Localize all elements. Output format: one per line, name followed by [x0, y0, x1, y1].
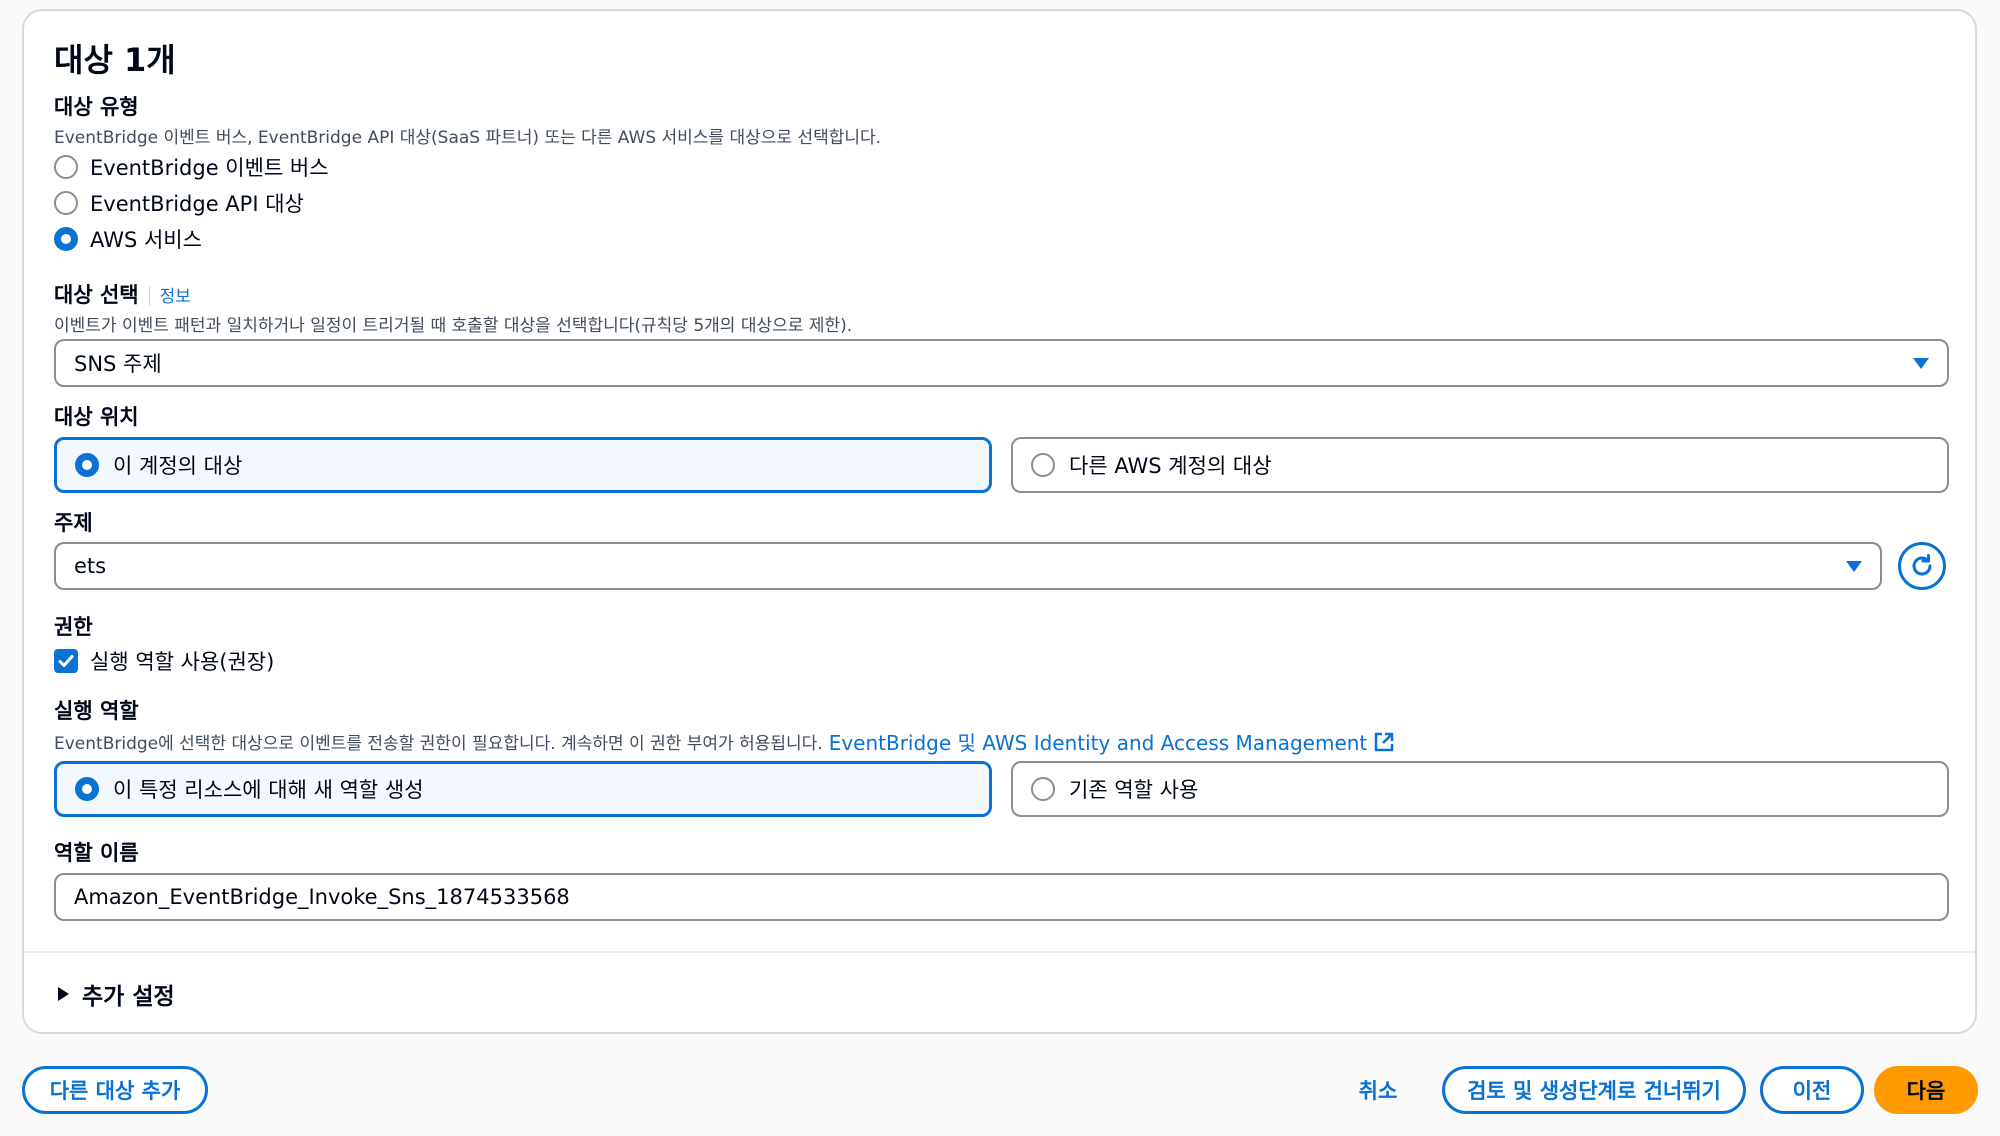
radio-circle-selected[interactable] [75, 453, 99, 477]
previous-button[interactable]: 이전 [1760, 1066, 1864, 1114]
tile-label: 이 특정 리소스에 대해 새 역할 생성 [113, 778, 424, 802]
external-link-icon[interactable] [1373, 731, 1395, 753]
target-location-label: 대상 위치 [54, 405, 139, 429]
target-select-dropdown[interactable]: SNS 주제 [54, 339, 1949, 387]
tile-label: 기존 역할 사용 [1069, 778, 1199, 802]
info-link[interactable]: 정보 [160, 287, 191, 307]
target-select-label-row: 대상 선택 정보 [54, 279, 191, 309]
radio-aws-service[interactable]: AWS 서비스 [54, 224, 202, 254]
section-divider [24, 951, 1975, 953]
caret-right-icon [58, 987, 69, 1001]
additional-settings-toggle[interactable]: 추가 설정 [56, 977, 175, 1011]
target-type-label: 대상 유형 [54, 95, 139, 119]
radio-label: EventBridge API 대상 [90, 192, 304, 216]
radio-circle[interactable] [54, 191, 78, 215]
execution-role-description: EventBridge에 선택한 대상으로 이벤트를 전송할 권한이 필요합니다… [54, 734, 823, 754]
target-card: 대상 1개 대상 유형 EventBridge 이벤트 버스, EventBri… [22, 9, 1977, 1034]
iam-link[interactable]: EventBridge 및 AWS Identity and Access Ma… [829, 727, 1368, 756]
next-button[interactable]: 다음 [1874, 1066, 1978, 1114]
execution-role-description-row: EventBridge에 선택한 대상으로 이벤트를 전송할 권한이 필요합니다… [54, 727, 1395, 756]
role-name-value: Amazon_EventBridge_Invoke_Sns_1874533568 [74, 885, 570, 909]
tile-this-account[interactable]: 이 계정의 대상 [54, 437, 992, 493]
checkbox-checked[interactable] [54, 649, 78, 673]
divider [148, 286, 150, 306]
radio-circle[interactable] [1031, 777, 1055, 801]
role-name-input[interactable]: Amazon_EventBridge_Invoke_Sns_1874533568 [54, 873, 1949, 921]
radio-label: EventBridge 이벤트 버스 [90, 156, 329, 180]
permissions-label: 권한 [54, 615, 93, 639]
tile-existing-role[interactable]: 기존 역할 사용 [1011, 761, 1949, 817]
radio-circle-selected[interactable] [75, 777, 99, 801]
topic-dropdown[interactable]: ets [54, 542, 1882, 590]
target-select-value: SNS 주제 [74, 352, 162, 376]
checkbox-label: 실행 역할 사용(권장) [90, 650, 275, 674]
radio-label: AWS 서비스 [90, 228, 202, 252]
caret-down-icon [1913, 357, 1929, 369]
add-target-button[interactable]: 다른 대상 추가 [22, 1066, 208, 1114]
additional-settings-label: 추가 설정 [82, 984, 175, 1010]
radio-eventbridge-api[interactable]: EventBridge API 대상 [54, 188, 304, 218]
topic-label: 주제 [54, 511, 93, 535]
role-name-label: 역할 이름 [54, 841, 139, 865]
radio-circle[interactable] [54, 155, 78, 179]
execution-role-label: 실행 역할 [54, 699, 139, 723]
tile-label: 다른 AWS 계정의 대상 [1069, 454, 1272, 478]
cancel-button[interactable]: 취소 [1345, 1066, 1411, 1114]
target-select-description: 이벤트가 이벤트 패턴과 일치하거나 일정이 트리거될 때 호출할 대상을 선택… [54, 316, 853, 336]
target-select-label: 대상 선택 [54, 283, 139, 307]
radio-eventbridge-bus[interactable]: EventBridge 이벤트 버스 [54, 152, 329, 182]
radio-circle-selected[interactable] [54, 227, 78, 251]
tile-other-account[interactable]: 다른 AWS 계정의 대상 [1011, 437, 1949, 493]
skip-to-review-button[interactable]: 검토 및 생성단계로 건너뛰기 [1442, 1066, 1746, 1114]
refresh-icon [1912, 554, 1932, 576]
radio-circle[interactable] [1031, 453, 1055, 477]
tile-label: 이 계정의 대상 [113, 454, 243, 478]
topic-value: ets [74, 554, 107, 578]
target-type-description: EventBridge 이벤트 버스, EventBridge API 대상(S… [54, 128, 882, 148]
refresh-button[interactable] [1898, 542, 1946, 590]
caret-down-icon [1846, 560, 1862, 572]
use-execution-role-checkbox[interactable]: 실행 역할 사용(권장) [54, 646, 274, 676]
section-title: 대상 1개 [54, 41, 176, 79]
tile-new-role[interactable]: 이 특정 리소스에 대해 새 역할 생성 [54, 761, 992, 817]
check-icon [58, 655, 74, 667]
